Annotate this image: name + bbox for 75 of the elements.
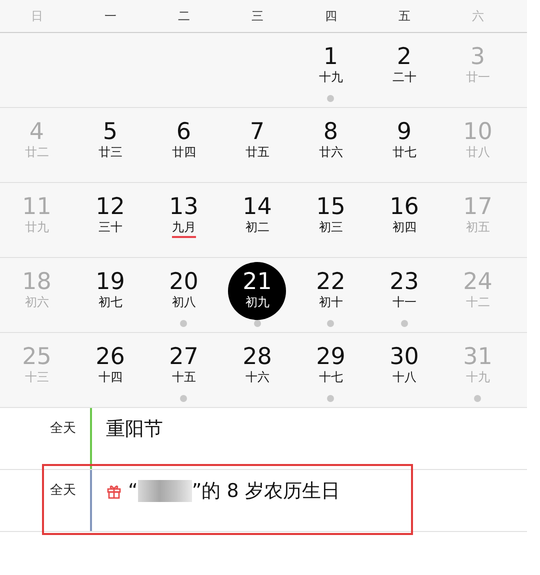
day-number: 5 — [102, 119, 118, 145]
day-number: 11 — [22, 194, 52, 220]
lunar-date: 初十 — [318, 295, 343, 311]
day-number: 13 — [169, 194, 198, 220]
day-number: 16 — [390, 194, 419, 220]
lunar-date: 廿三 — [98, 145, 122, 161]
lunar-date: 廿四 — [172, 145, 196, 161]
lunar-date: 廿八 — [466, 145, 490, 161]
lunar-date: 初四 — [392, 220, 416, 236]
weekday-label: 三 — [251, 8, 264, 24]
day-number: 9 — [396, 119, 412, 145]
event-title[interactable]: “ ”的 8 岁农历生日 — [128, 478, 340, 504]
day-number: 12 — [96, 194, 125, 220]
all-day-label: 全天 — [49, 420, 76, 438]
day-number: 2 — [396, 44, 412, 70]
lunar-date: 十五 — [172, 370, 196, 386]
day-number: 8 — [323, 119, 338, 145]
weekday-label: 五 — [398, 8, 410, 24]
lunar-date: 廿九 — [24, 220, 49, 236]
gift-icon — [106, 483, 122, 499]
day-number: 26 — [96, 344, 125, 370]
lunar-date: 廿七 — [392, 145, 416, 161]
lunar-date: 初三 — [318, 220, 343, 236]
weekday-label: 六 — [472, 8, 484, 24]
weekday-label: 二 — [178, 8, 190, 24]
day-number: 28 — [242, 344, 272, 370]
day-number: 18 — [22, 269, 52, 295]
lunar-date: 初六 — [24, 295, 49, 311]
day-number: 4 — [29, 119, 44, 145]
lunar-date: 十二 — [466, 295, 490, 311]
lunar-date: 二十 — [392, 70, 416, 86]
day-number: 20 — [169, 269, 198, 295]
weekday-label: 四 — [324, 8, 337, 24]
day-number: 15 — [316, 194, 346, 220]
day-number: 17 — [463, 194, 492, 220]
today-marker[interactable]: 21 初九 — [228, 262, 286, 320]
day-number: 27 — [169, 344, 198, 370]
lunar-date: 十九 — [466, 370, 490, 386]
day-number: 3 — [470, 44, 486, 70]
lunar-date: 初九 — [245, 295, 270, 311]
lunar-date: 十一 — [392, 295, 416, 311]
lunar-date: 初二 — [245, 220, 270, 236]
lunar-date: 十三 — [24, 370, 49, 386]
lunar-date: 廿一 — [466, 70, 490, 86]
lunar-date: 十六 — [245, 370, 270, 386]
day-number: 6 — [176, 119, 192, 145]
day-number: 10 — [463, 119, 492, 145]
lunar-date: 廿六 — [318, 145, 343, 161]
lunar-date: 初七 — [98, 295, 122, 311]
day-number: 31 — [463, 344, 492, 370]
lunar-date: 廿五 — [245, 145, 270, 161]
weekday-label: 一 — [104, 8, 116, 24]
weekday-label: 日 — [30, 8, 43, 24]
lunar-date: 十四 — [98, 370, 122, 386]
day-number: 30 — [390, 344, 419, 370]
lunar-date: 初五 — [466, 220, 490, 236]
lunar-date: 廿二 — [24, 145, 49, 161]
day-number: 22 — [316, 269, 346, 295]
day-number: 1 — [323, 44, 338, 70]
day-number: 23 — [390, 269, 419, 295]
lunar-date: 九月 — [172, 220, 196, 238]
day-number: 14 — [242, 194, 272, 220]
day-number: 25 — [22, 344, 52, 370]
day-number: 21 — [242, 269, 272, 295]
lunar-date: 初八 — [172, 295, 196, 311]
day-number: 19 — [96, 269, 125, 295]
day-number: 7 — [250, 119, 265, 145]
event-title[interactable]: 重阳节 — [106, 416, 163, 442]
day-number: 29 — [316, 344, 346, 370]
lunar-date: 十九 — [318, 70, 343, 86]
all-day-label: 全天 — [49, 482, 76, 500]
lunar-date: 十七 — [318, 370, 343, 386]
lunar-date: 十八 — [392, 370, 416, 386]
lunar-date: 三十 — [98, 220, 122, 236]
day-number: 24 — [463, 269, 492, 295]
